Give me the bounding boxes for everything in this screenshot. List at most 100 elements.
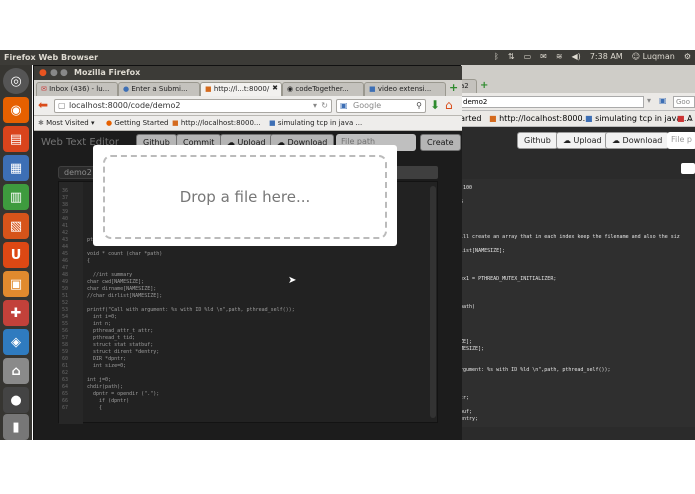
bg-code-line: dentry; bbox=[457, 416, 479, 422]
scanner-icon[interactable]: ⌂ bbox=[3, 358, 29, 384]
bg-code-line: Will create an array that in each index … bbox=[457, 234, 680, 240]
bg-code-line bbox=[457, 318, 680, 325]
dash-home-icon[interactable]: ◎ bbox=[3, 68, 29, 94]
impress-icon[interactable]: ▧ bbox=[3, 213, 29, 239]
bookmark-getting-started[interactable]: ● Getting Started bbox=[106, 119, 168, 127]
close-tab-icon[interactable]: ✖ bbox=[272, 84, 278, 92]
bg-code-line: *path) bbox=[457, 304, 476, 310]
bg-bookmark[interactable]: ■ A bbox=[677, 114, 693, 123]
software-center-icon[interactable]: U bbox=[3, 242, 29, 268]
bg-code-line bbox=[457, 213, 680, 220]
bg-bookmarks-bar: tarted ■ http://localhost:8000... ■ simu… bbox=[455, 111, 695, 127]
url-bar[interactable]: ▢ localhost:8000/code/demo2 ▾ ↻ bbox=[54, 99, 332, 113]
system-settings-icon[interactable]: ✚ bbox=[3, 300, 29, 326]
trash-icon[interactable]: ▮ bbox=[3, 414, 29, 440]
files-icon[interactable]: ▤ bbox=[3, 126, 29, 152]
bottom-margin bbox=[0, 440, 695, 494]
tab-video-extension[interactable]: ■ video extensi... bbox=[364, 82, 446, 96]
bg-code-line: tex1 = PTHREAD_MUTEX_INITIALIZER; bbox=[457, 276, 557, 282]
favicon-icon: ■ bbox=[205, 85, 212, 93]
firefox-favicon-icon: ● bbox=[106, 119, 113, 127]
clock[interactable]: 7:38 AM bbox=[590, 52, 623, 61]
user-menu[interactable]: ☺ Luqman bbox=[632, 52, 675, 61]
close-window-icon[interactable]: ● bbox=[39, 68, 47, 78]
bg-code-line: rlist[NAMESIZE]; bbox=[457, 248, 506, 254]
bg-code-line bbox=[457, 374, 680, 381]
tab-submission[interactable]: ● Enter a Submi... bbox=[118, 82, 200, 96]
chevron-down-icon: ▾ bbox=[90, 119, 95, 127]
bookmark-simulating-tcp[interactable]: ■ simulating tcp in java ... bbox=[269, 119, 362, 127]
calc-icon[interactable]: ▥ bbox=[3, 184, 29, 210]
favicon-icon: ■ bbox=[369, 85, 376, 93]
tab-codetogether[interactable]: ◉ codeTogether... bbox=[282, 82, 364, 96]
mail-icon[interactable]: ✉ bbox=[540, 52, 547, 61]
bg-code-line bbox=[457, 381, 680, 388]
github-favicon-icon: ◉ bbox=[287, 85, 294, 93]
window-title: Mozilla Firefox bbox=[74, 68, 141, 77]
disk-icon[interactable]: ● bbox=[3, 387, 29, 413]
bg-code-line bbox=[457, 262, 680, 269]
bookmarks-bar: ✱ Most Visited ▾ ● Getting Started ■ htt… bbox=[34, 116, 462, 131]
bookmark-most-visited[interactable]: ✱ Most Visited ▾ bbox=[38, 119, 94, 127]
network-icon[interactable]: ⇅ bbox=[508, 52, 515, 61]
bg-download-button[interactable]: ☁ Download bbox=[605, 132, 670, 149]
launcher-bar: ◎ ◉ ▤ ▦ ▥ ▧ U ▣ ✚ ◈ ⌂ ● ▮ bbox=[0, 65, 32, 440]
bg-code-line bbox=[457, 353, 680, 360]
maximize-window-icon[interactable]: ● bbox=[60, 68, 68, 78]
drop-zone-label: Drop a file here... bbox=[179, 188, 311, 206]
bg-editor-pane[interactable]: S 1000;56 Will create an array that in e… bbox=[455, 179, 695, 427]
writer-icon[interactable]: ▦ bbox=[3, 155, 29, 181]
tab-gmail[interactable]: ✉ Inbox (436) - lu... bbox=[36, 82, 118, 96]
bg-github-button[interactable]: Github bbox=[517, 132, 558, 149]
bookmark-favicon-icon: ■ bbox=[585, 114, 593, 123]
power-icon[interactable]: ⚙ bbox=[684, 52, 691, 61]
keyboard-icon[interactable]: ▭ bbox=[524, 52, 532, 61]
bluetooth-icon[interactable]: ᛒ bbox=[494, 52, 499, 61]
minimize-window-icon[interactable]: ● bbox=[50, 68, 58, 78]
bg-code-line bbox=[457, 311, 680, 318]
home-icon[interactable]: ⌂ bbox=[445, 98, 453, 112]
bg-bookmark[interactable]: ■ http://localhost:8000... bbox=[489, 114, 590, 123]
bookmark-localhost[interactable]: ■ http://localhost:8000... bbox=[172, 119, 261, 127]
back-arrow-icon[interactable]: ⬅ bbox=[38, 98, 48, 112]
page-icon: ▢ bbox=[58, 101, 66, 110]
bg-code-line: ttr; bbox=[457, 395, 470, 401]
bookmark-favicon-icon: ■ bbox=[677, 114, 685, 123]
bg-upload-button[interactable]: ☁ Upload bbox=[556, 132, 609, 149]
bg-small-field[interactable] bbox=[681, 163, 695, 174]
bg-url-bar[interactable]: demo2 bbox=[459, 96, 644, 108]
bg-code-line bbox=[457, 220, 680, 227]
bg-search-engine-icon[interactable]: ▣ bbox=[659, 96, 667, 105]
new-tab-icon[interactable]: + bbox=[480, 80, 488, 91]
bg-dropdown-icon[interactable]: ▾ bbox=[647, 96, 651, 105]
bg-code-line bbox=[457, 388, 680, 395]
search-icon[interactable]: ⚲ bbox=[416, 100, 422, 112]
new-tab-icon[interactable]: + bbox=[449, 81, 458, 94]
tab-localhost[interactable]: ■ http://l...t:8000/✖ bbox=[200, 82, 282, 96]
system-tray: ᛒ ⇅ ▭ ✉ ≋ ◀) 7:38 AM ☺ Luqman ⚙ bbox=[494, 52, 691, 61]
gmail-favicon-icon: ✉ bbox=[41, 85, 47, 93]
wifi-icon[interactable]: ≋ bbox=[556, 52, 563, 61]
volume-icon[interactable]: ◀) bbox=[572, 52, 581, 61]
url-dropdown-icon[interactable]: ▾ bbox=[313, 100, 317, 112]
bg-code-content: S 1000;56 Will create an array that in e… bbox=[457, 185, 680, 423]
search-input[interactable]: ▣ Google ⚲ bbox=[336, 99, 426, 113]
bg-code-line: 56 bbox=[457, 199, 680, 206]
reload-icon[interactable]: ↻ bbox=[321, 100, 328, 112]
bg-code-line bbox=[457, 206, 680, 213]
download-arrow-icon[interactable]: ⬇ bbox=[430, 98, 440, 112]
drop-zone[interactable]: Drop a file here... bbox=[103, 155, 387, 239]
bg-code-line bbox=[457, 255, 680, 262]
bg-code-line bbox=[457, 297, 680, 304]
bg-code-line bbox=[457, 290, 680, 297]
navigation-bar: ⬅ ▢ localhost:8000/code/demo2 ▾ ↻ ▣ Goog… bbox=[34, 96, 462, 116]
browser-window: ● ● ● Mozilla Firefox ✉ Inbox (436) - lu… bbox=[33, 65, 462, 441]
app-store-icon[interactable]: ▣ bbox=[3, 271, 29, 297]
bg-file-path-input[interactable]: File p bbox=[667, 132, 695, 149]
firefox-icon[interactable]: ◉ bbox=[3, 97, 29, 123]
workspace-switcher-icon[interactable]: ◈ bbox=[3, 329, 29, 355]
bg-search-input[interactable]: Goo bbox=[673, 96, 695, 108]
bg-bookmark[interactable]: ■ simulating tcp in java ... bbox=[585, 114, 691, 123]
window-titlebar: ● ● ● Mozilla Firefox bbox=[34, 66, 462, 80]
web-text-editor-app: Web Text Editor Github Commit ☁ Upload ☁… bbox=[34, 131, 462, 441]
